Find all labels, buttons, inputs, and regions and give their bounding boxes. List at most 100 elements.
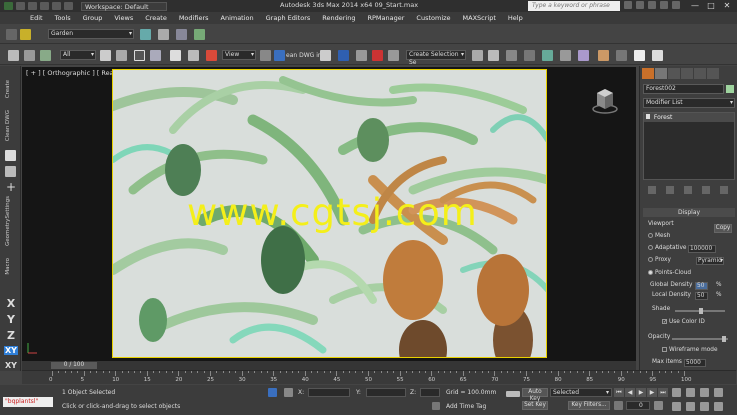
menu-edit[interactable]: Edit [30,14,43,22]
rotate-icon[interactable] [188,50,199,61]
menu-animation[interactable]: Animation [221,14,254,22]
window-crossing-icon[interactable] [150,50,161,61]
modifier-list-dropdown[interactable]: Modifier List ▾ [643,98,735,108]
subscription-icon[interactable] [636,1,644,9]
zoom-all-icon[interactable] [686,388,695,397]
absolute-mode-icon[interactable] [284,388,293,397]
menu-rendering[interactable]: Rendering [322,14,355,22]
option-adaptative[interactable]: Adaptative [648,245,686,251]
layer-dropdown[interactable]: Garden ▾ [48,29,134,39]
layer-manager-icon[interactable] [158,29,169,40]
angle-snap-icon[interactable] [356,50,367,61]
help-icon[interactable] [672,1,680,9]
axis-x-button[interactable]: X [4,297,18,310]
max-items-field[interactable]: 5000 [684,359,706,367]
menu-maxscript[interactable]: MAXScript [463,14,496,22]
menu-create[interactable]: Create [145,14,167,22]
render-setup-icon[interactable] [598,50,609,61]
menu-graph-editors[interactable]: Graph Editors [266,14,311,22]
zoom-icon[interactable] [672,388,681,397]
render-production-icon[interactable] [634,50,645,61]
lock-selection-icon[interactable] [268,388,277,397]
menu-tools[interactable]: Tools [55,14,71,22]
paint-icon[interactable] [5,150,16,161]
create-tab-icon[interactable] [642,68,654,79]
y-coordinate-field[interactable] [366,388,406,397]
radio-mesh[interactable] [648,233,653,238]
move-icon[interactable] [170,50,181,61]
option-proxy[interactable]: Proxy [648,257,671,263]
use-color-id-checkbox[interactable]: ✓ Use Color ID [662,319,705,325]
set-key-button[interactable]: Set Key [522,401,548,410]
use-color-id-check[interactable]: ✓ [662,319,667,325]
orbit-icon[interactable] [700,402,709,411]
copy-button[interactable]: Copy [714,224,732,233]
key-mode-dropdown[interactable]: Selected ▾ [550,388,612,397]
curve-editor-icon[interactable] [542,50,553,61]
go-to-start-icon[interactable]: ⏮ [614,388,624,397]
option-mesh[interactable]: Mesh [648,233,670,239]
zoom-extents-all-icon[interactable] [714,388,723,397]
viewport[interactable]: [ + ] [ Orthographic ] [ Realistic + ] w… [22,67,636,361]
named-selection-dropdown[interactable]: Create Selection Se ▾ [406,50,466,66]
scale-icon[interactable] [206,50,217,61]
link-icon[interactable] [8,50,19,61]
selection-filter-dropdown[interactable]: All ▾ [60,50,96,60]
render-teapot-icon[interactable] [652,50,663,61]
z-coordinate-field[interactable] [420,388,440,397]
track-bar[interactable]: 0 5 10 15 20 25 30 35 40 45 50 55 60 65 70 75 80 85 90 95 10… [22,370,736,384]
clean-dwg-tab-label[interactable]: Clean DWG [5,110,11,141]
motion-tab-icon[interactable] [681,68,693,79]
menu-rpmanager[interactable]: RPManager [367,14,404,22]
option-points-cloud[interactable]: Points-Cloud [648,270,691,276]
radio-adaptative[interactable] [648,245,653,250]
create-tab-label[interactable]: Create [5,80,11,98]
configure-modifier-sets-icon[interactable] [720,186,728,194]
maximize-button[interactable]: □ [703,0,719,11]
next-frame-icon[interactable]: ▶ [647,388,657,397]
previous-frame-icon[interactable]: ◀ [625,388,635,397]
opacity-slider[interactable] [672,336,728,342]
axis-xy-cycle-button[interactable]: XY [4,361,18,370]
show-end-result-icon[interactable] [666,186,674,194]
macro-tab-label[interactable]: Macro [5,258,11,275]
maxscript-listener[interactable]: "bqplantsl" [3,397,53,407]
layer-add-icon[interactable] [140,29,151,40]
adaptative-value-field[interactable]: 100000 [688,245,716,253]
material-editor-icon[interactable] [578,50,589,61]
search-input[interactable]: Type a keyword or phrase [528,1,620,11]
wireframe-mode-check[interactable] [662,347,667,352]
mirror-icon[interactable] [472,50,483,61]
unlink-icon[interactable] [24,50,35,61]
layer-icon[interactable] [6,29,17,40]
zoom-extents-icon[interactable] [700,388,709,397]
local-density-field[interactable]: 50 [695,292,708,300]
global-density-field[interactable]: 50 [695,282,708,290]
stack-item-forest[interactable]: Forest [644,113,734,122]
reference-coordinate-dropdown[interactable]: View ▾ [222,50,256,60]
go-to-end-icon[interactable]: ⏭ [658,388,668,397]
radio-points-cloud[interactable] [648,270,653,275]
time-tag-icon[interactable] [432,402,440,410]
shade-slider[interactable] [675,308,725,314]
auto-key-button[interactable]: Auto Key [522,388,548,402]
make-unique-icon[interactable] [684,186,692,194]
new-file-icon[interactable] [16,2,25,10]
menu-group[interactable]: Group [83,14,103,22]
rendered-frame-window-icon[interactable] [616,50,627,61]
axis-z-button[interactable]: Z [4,329,18,342]
key-mode-toggle-icon[interactable] [614,401,623,410]
hierarchy-tab-icon[interactable] [668,68,680,79]
layer-select-icon[interactable] [176,29,187,40]
minimize-button[interactable]: — [687,0,703,11]
modifier-stack[interactable]: Forest [643,112,735,180]
menu-customize[interactable]: Customize [416,14,450,22]
selection-brush-icon[interactable] [5,166,16,177]
time-slider-knob[interactable]: 0 / 100 [51,362,97,369]
communication-icon[interactable] [648,1,656,9]
app-menu-icon[interactable] [4,2,13,10]
close-button[interactable]: ✕ [719,0,735,11]
open-file-icon[interactable] [28,2,37,10]
align-icon[interactable] [488,50,499,61]
keyboard-shortcut-icon[interactable] [320,50,331,61]
